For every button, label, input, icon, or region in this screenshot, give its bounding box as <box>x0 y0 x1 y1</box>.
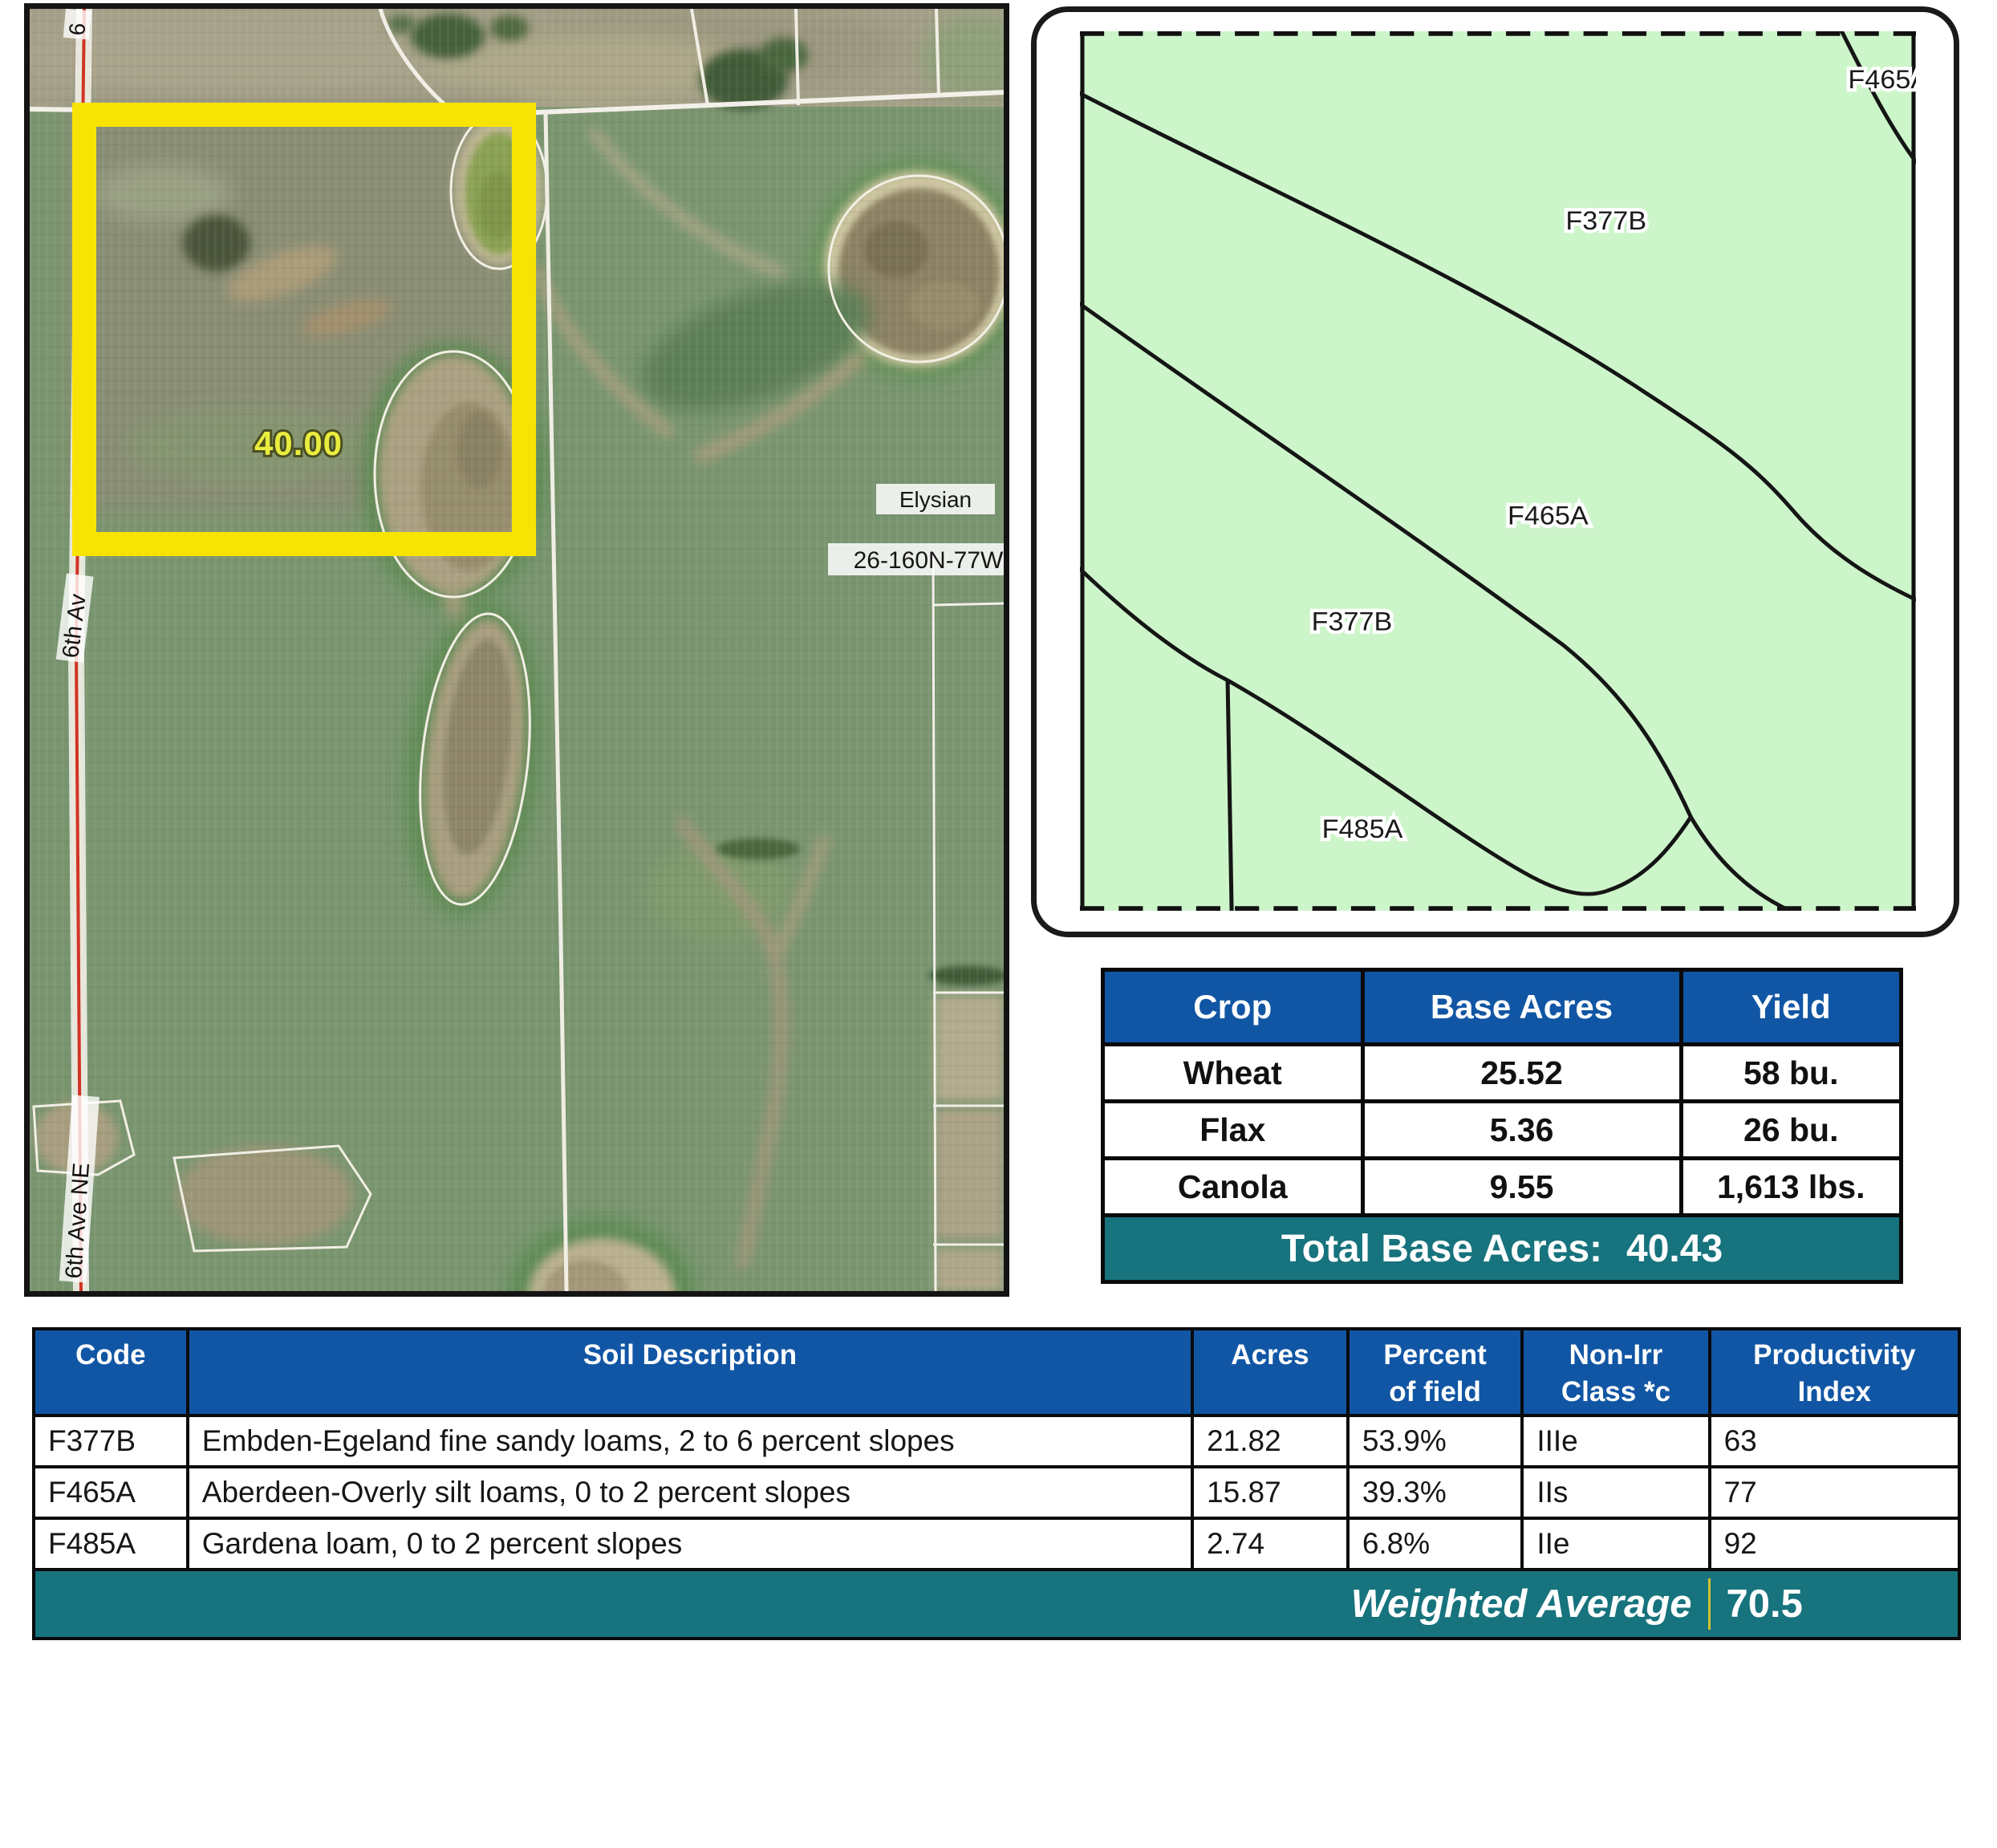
crop-header-crop: Crop <box>1105 972 1361 1042</box>
soil-header-acres: Acres <box>1194 1330 1346 1414</box>
road-label-top: 6 <box>63 9 91 40</box>
farm-flyer-page: 6 6th Av 6th Ave NE 40.00 Elysian 26-160… <box>0 0 1997 1848</box>
soil-cell-productivity: 63 <box>1711 1417 1958 1465</box>
soil-cell-percent: 6.8% <box>1350 1520 1520 1568</box>
soil-cell-acres: 21.82 <box>1194 1417 1346 1465</box>
soil-description-table: Code Soil Description Acres Percent of f… <box>32 1327 1961 1640</box>
soil-cell-code: F465A <box>35 1468 186 1517</box>
soil-cell-productivity: 92 <box>1711 1520 1958 1568</box>
soil-cell-description: Gardena loam, 0 to 2 percent slopes <box>189 1520 1191 1568</box>
road-label-top-text: 6 <box>64 22 90 36</box>
soil-map-area: F465A F377B F465A F377B F485A <box>1080 31 1916 911</box>
weighted-average-row: Weighted Average 70.5 <box>35 1571 1958 1637</box>
crop-cell: 58 bu. <box>1683 1046 1900 1099</box>
soil-label-f485a: F485A <box>1322 815 1403 844</box>
soil-header-productivity: Productivity Index <box>1711 1330 1958 1414</box>
crop-header-base: Base Acres <box>1365 972 1679 1042</box>
soil-map-card: F465A F377B F465A F377B F485A <box>1031 6 1959 937</box>
soil-cell-percent: 39.3% <box>1350 1468 1520 1517</box>
parcel-acres-label: 40.00 <box>254 424 343 462</box>
total-base-acres-row: Total Base Acres: 40.43 <box>1105 1217 1899 1280</box>
crop-header-yield: Yield <box>1683 972 1900 1042</box>
crop-cell: 5.36 <box>1365 1103 1679 1156</box>
soil-label-f377b-lower: F377B <box>1312 607 1393 636</box>
soil-header-code: Code <box>35 1330 186 1414</box>
aerial-map-panel: 6 6th Av 6th Ave NE 40.00 Elysian 26-160… <box>24 3 1009 1297</box>
crop-base-acres-table: Crop Base Acres Yield Wheat 25.52 58 bu.… <box>1101 968 1903 1284</box>
soil-map: F465A F377B F465A F377B F485A <box>1080 31 1916 911</box>
crop-cell: Canola <box>1105 1160 1361 1213</box>
place-label-text: Elysian <box>899 487 972 512</box>
crop-cell: Flax <box>1105 1103 1361 1156</box>
soil-cell-code: F377B <box>35 1417 186 1465</box>
aerial-map: 6 6th Av 6th Ave NE 40.00 Elysian 26-160… <box>30 9 1004 1291</box>
soil-cell-code: F485A <box>35 1520 186 1568</box>
soil-cell-acres: 15.87 <box>1194 1468 1346 1517</box>
soil-cell-description: Aberdeen-Overly silt loams, 0 to 2 perce… <box>189 1468 1191 1517</box>
soil-cell-class: IIs <box>1524 1468 1707 1517</box>
crop-cell: 25.52 <box>1365 1046 1679 1099</box>
place-label-elysian: Elysian <box>876 484 995 514</box>
soil-cell-class: IIIe <box>1524 1417 1707 1465</box>
soil-label-f465a-corner: F465A <box>1848 66 1916 95</box>
total-base-acres-value: 40.43 <box>1626 1227 1723 1271</box>
soil-cell-percent: 53.9% <box>1350 1417 1520 1465</box>
soil-header-description: Soil Description <box>189 1330 1191 1414</box>
weighted-average-value: 70.5 <box>1711 1582 1803 1627</box>
soil-polygon-fill <box>1080 31 1916 911</box>
soil-cell-acres: 2.74 <box>1194 1520 1346 1568</box>
crop-cell: Wheat <box>1105 1046 1361 1099</box>
crop-cell: 1,613 lbs. <box>1683 1160 1900 1213</box>
crop-cell: 26 bu. <box>1683 1103 1900 1156</box>
crop-cell: 9.55 <box>1365 1160 1679 1213</box>
weighted-average-label: Weighted Average <box>35 1582 1708 1627</box>
total-base-acres-label: Total Base Acres: <box>1281 1227 1602 1271</box>
section-label: 26-160N-77W <box>828 543 1004 575</box>
section-label-text: 26-160N-77W <box>854 547 1004 574</box>
soil-label-f377b-top: F377B <box>1565 207 1646 236</box>
soil-header-percent: Percent of field <box>1350 1330 1520 1414</box>
soil-cell-productivity: 77 <box>1711 1468 1958 1517</box>
soil-header-nonirr: Non-Irr Class *c <box>1524 1330 1707 1414</box>
soil-cell-description: Embden-Egeland fine sandy loams, 2 to 6 … <box>189 1417 1191 1465</box>
soil-label-f465a-mid: F465A <box>1508 502 1589 530</box>
soil-cell-class: IIe <box>1524 1520 1707 1568</box>
boundary-stub <box>933 603 1004 605</box>
